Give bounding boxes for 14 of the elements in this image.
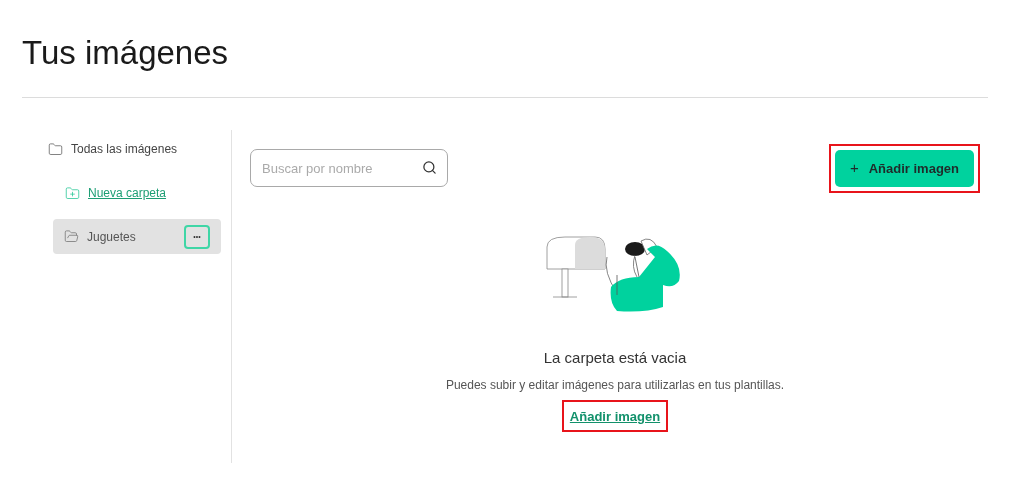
- add-image-button[interactable]: + Añadir imagen: [834, 150, 974, 187]
- folder-icon: [48, 141, 63, 157]
- search-icon: [422, 160, 437, 175]
- empty-title: La carpeta está vacia: [543, 348, 687, 368]
- search-field[interactable]: Buscar por nombre: [250, 149, 448, 187]
- plus-icon: +: [849, 157, 859, 180]
- folder-icon: [64, 229, 79, 244]
- folder-name: Juguetes: [87, 228, 137, 246]
- page-title: Tus imágenes: [22, 36, 229, 69]
- new-folder-link[interactable]: Nueva carpeta: [65, 184, 167, 202]
- add-image-link[interactable]: Añadir imagen: [569, 408, 661, 424]
- folder-plus-icon: [65, 185, 80, 201]
- empty-message: Puedes subir y editar imágenes para utilizarlas en tus plantillas.: [445, 376, 785, 394]
- all-images-item[interactable]: Todas las imágenes: [48, 140, 221, 158]
